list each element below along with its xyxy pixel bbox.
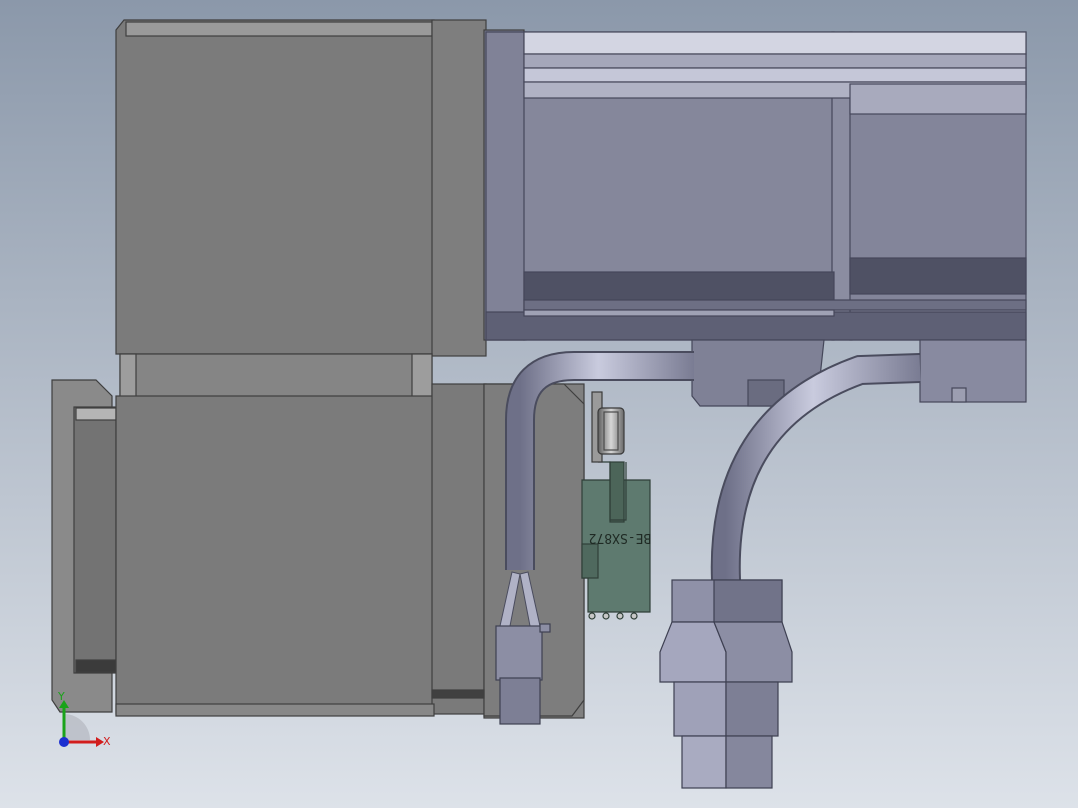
motor-top-groove <box>523 53 1027 69</box>
gearbox-neck-post-right <box>411 353 433 399</box>
gearbox-neck <box>119 353 433 399</box>
gearbox-lower-side <box>431 383 487 715</box>
motor-dark-band <box>523 271 835 301</box>
motor-bottom-highlight <box>523 309 835 317</box>
board-label: BE-SX872 <box>589 530 652 545</box>
encoder-dark-band <box>849 257 1027 295</box>
gearbox-left-cap-bottom <box>75 659 117 673</box>
gearbox-neck-post-left <box>119 353 137 399</box>
triad-y-label: Y <box>57 690 65 703</box>
encoder-connector-tab <box>951 387 967 403</box>
gearbox-upper-top-edge <box>125 21 433 37</box>
gearbox-lower-housing <box>115 395 435 715</box>
cad-viewport[interactable]: BE-SX872 X Y <box>0 0 1078 808</box>
encoder-connector-box <box>919 339 1027 403</box>
motor-flange <box>485 31 527 341</box>
triad-x-label: X <box>103 735 111 748</box>
encoder-top-band <box>849 83 1027 115</box>
gearbox-base-strip <box>115 703 435 717</box>
gearbox-base-dark <box>431 689 485 699</box>
gearbox-left-cap <box>73 406 117 674</box>
motor-top-band <box>523 31 1027 55</box>
motor-top-band-2 <box>523 67 1027 83</box>
motor-lower-band <box>523 299 1027 311</box>
gearbox-upper-housing <box>115 19 435 355</box>
gearbox-upper-side <box>431 19 487 357</box>
triad-z-origin <box>59 737 69 747</box>
gearbox-left-cap-top <box>75 407 117 421</box>
